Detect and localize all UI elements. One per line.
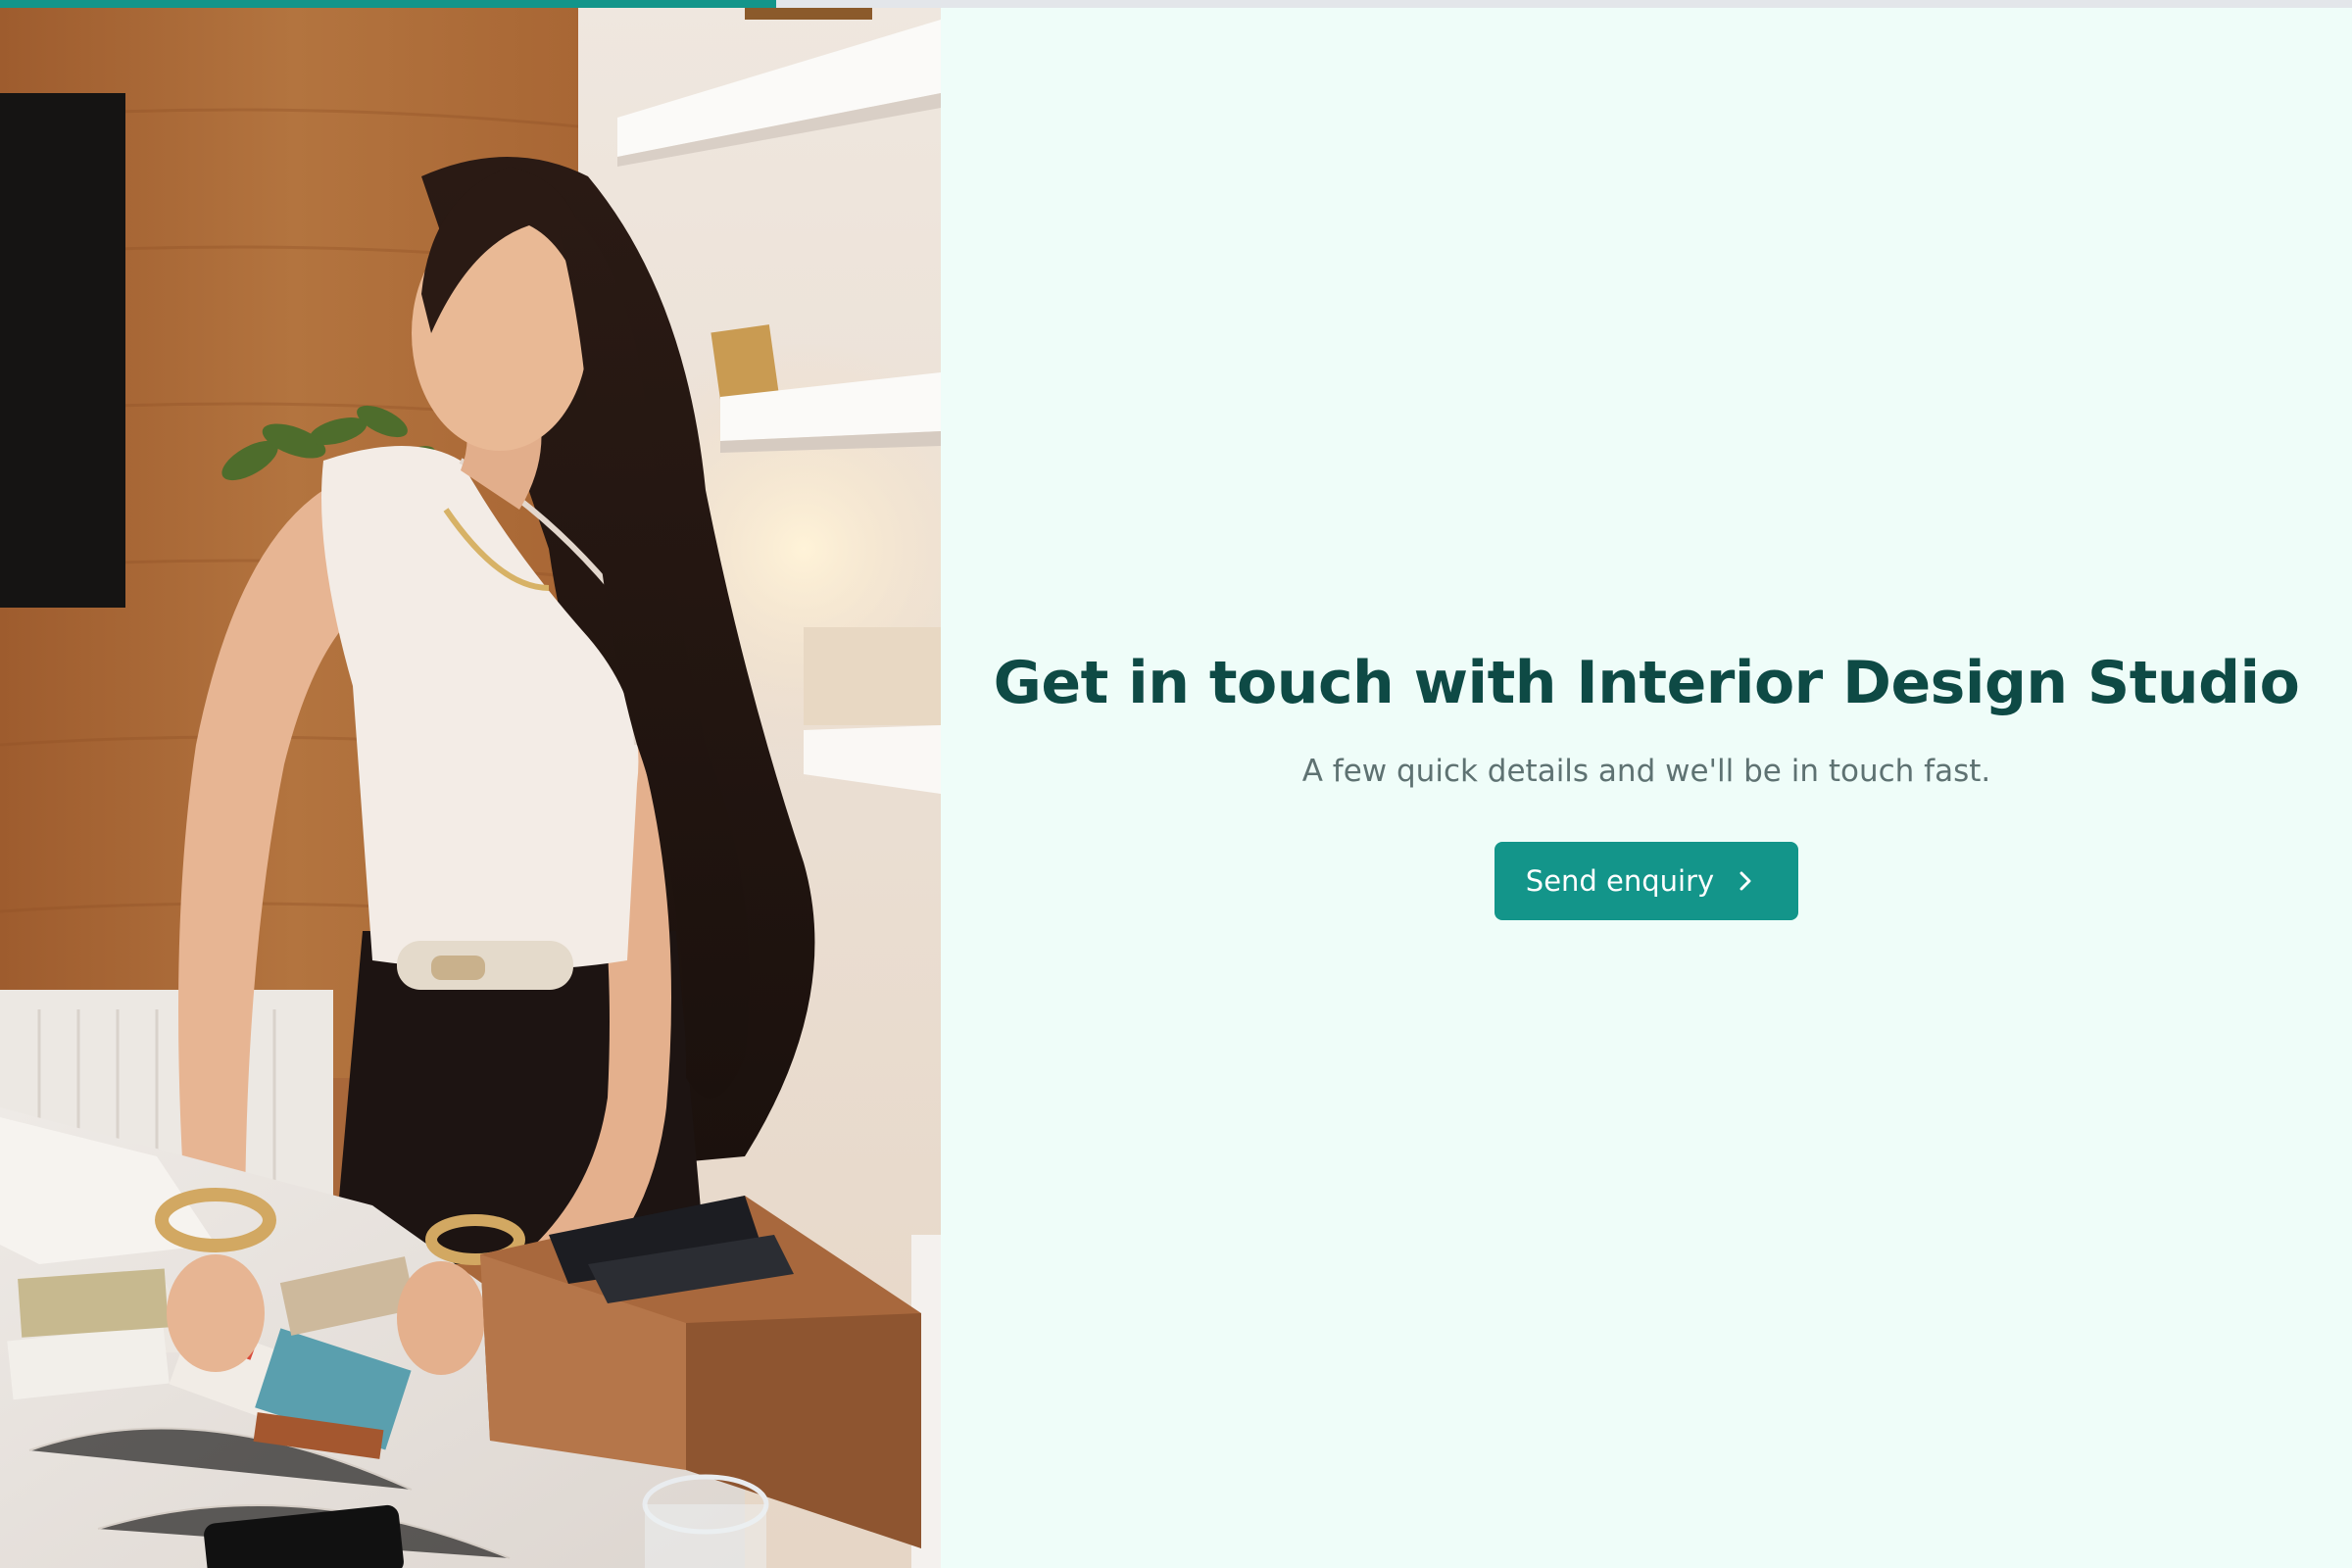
progress-bar-fill [0, 0, 776, 8]
hero-photo-illustration [0, 0, 941, 1568]
chevron-right-icon [1736, 868, 1755, 894]
page-title: Get in touch with Interior Design Studio [993, 648, 2300, 717]
send-enquiry-label: Send enquiry [1525, 864, 1715, 899]
content-panel: Get in touch with Interior Design Studio… [941, 0, 2352, 1568]
enquiry-page: Get in touch with Interior Design Studio… [0, 0, 2352, 1568]
page-subtitle: A few quick details and we'll be in touc… [1301, 753, 1991, 789]
progress-bar [0, 0, 2352, 8]
send-enquiry-button[interactable]: Send enquiry [1494, 842, 1799, 921]
hero-photo [0, 0, 941, 1568]
enquiry-intro: Get in touch with Interior Design Studio… [993, 648, 2300, 921]
